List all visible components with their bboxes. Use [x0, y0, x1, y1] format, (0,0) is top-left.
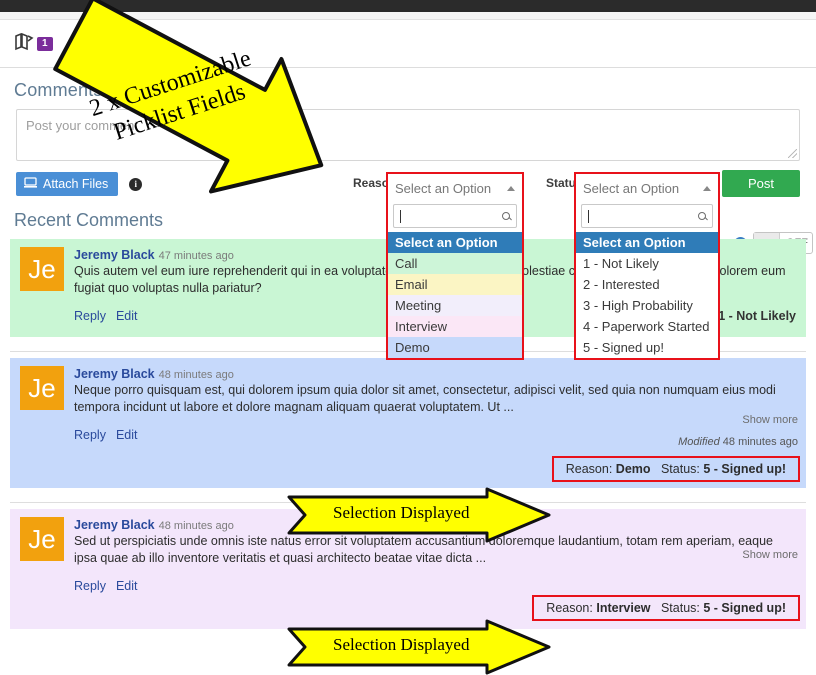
avatar: Je — [20, 366, 64, 410]
comment-timestamp: 48 minutes ago — [158, 369, 234, 381]
status-option[interactable]: 3 - High Probability — [576, 295, 718, 316]
status-picklist-options: Select an Option 1 - Not Likely 2 - Inte… — [576, 232, 718, 358]
window-top-bar — [0, 0, 816, 12]
reason-picklist-selected: Select an Option — [395, 180, 492, 196]
reason-picklist[interactable]: Select an Option Select an Option Call E… — [386, 172, 524, 360]
comment-actions: Reply Edit — [74, 579, 796, 593]
text-cursor — [588, 209, 589, 223]
attach-icon — [24, 177, 37, 191]
megaphone-icon[interactable] — [87, 33, 111, 55]
selection-display-box: Reason: Interview Status: 5 - Signed up! — [532, 595, 800, 621]
icon-toolbar: 1 — [0, 20, 816, 68]
status-picklist[interactable]: Select an Option Select an Option 1 - No… — [574, 172, 720, 360]
avatar: Je — [20, 517, 64, 561]
status-display-value: 5 - Signed up! — [703, 462, 786, 476]
status-option[interactable]: 5 - Signed up! — [576, 337, 718, 358]
chevron-up-icon[interactable] — [703, 185, 711, 191]
status-option[interactable]: 4 - Paperwork Started — [576, 316, 718, 337]
briefcase-icon-group[interactable] — [145, 32, 169, 56]
attach-files-button[interactable]: Attach Files — [16, 172, 119, 196]
reason-display-value: Demo — [615, 462, 651, 476]
comment-text: Neque porro quisquam est, qui dolorem ip… — [74, 383, 776, 414]
comment-text: Sed ut perspiciatis unde omnis iste natu… — [74, 534, 773, 565]
show-more-link[interactable]: Show more — [742, 549, 798, 561]
comment-composer[interactable]: Post your comment — [16, 109, 800, 161]
status-picklist-header[interactable]: Select an Option — [576, 174, 718, 203]
comment-timestamp: 48 minutes ago — [158, 520, 234, 532]
secondary-bar — [0, 12, 816, 20]
reason-option[interactable]: Call — [388, 253, 522, 274]
reason-option[interactable]: Demo — [388, 337, 522, 358]
status-option[interactable]: 1 - Not Likely — [576, 253, 718, 274]
status-picklist-search[interactable] — [581, 204, 713, 228]
post-button[interactable]: Post — [721, 170, 800, 197]
status-display-label: Status: — [660, 462, 700, 476]
edit-link[interactable]: Edit — [116, 428, 138, 442]
flag-book-icon-group[interactable]: 1 — [14, 32, 53, 55]
avatar: Je — [20, 247, 64, 291]
reason-display-label: Reason: — [565, 462, 613, 476]
reply-link[interactable]: Reply — [74, 579, 106, 593]
reason-display-value: Interview — [596, 601, 651, 615]
modified-label: Modified — [678, 436, 720, 448]
comment-author[interactable]: Jeremy Black — [74, 518, 155, 532]
callout-arrow-selection-2-label: Selection Displayed — [333, 635, 470, 654]
comment-item: Je Jeremy Black 48 minutes ago Neque porr… — [10, 358, 806, 488]
edit-link[interactable]: Edit — [116, 579, 138, 593]
status-display-value: 1 - Not Likely — [718, 309, 796, 323]
briefcase-icon[interactable] — [145, 32, 169, 56]
status-option[interactable]: Select an Option — [576, 232, 718, 253]
reason-option[interactable]: Email — [388, 274, 522, 295]
reason-option[interactable]: Select an Option — [388, 232, 522, 253]
show-more-link[interactable]: Show more — [742, 414, 798, 426]
comment-header: Jeremy Black 48 minutes ago — [74, 366, 796, 381]
megaphone-icon-group[interactable] — [87, 33, 111, 55]
modified-value: 48 minutes ago — [722, 436, 798, 448]
comment-header: Jeremy Black 48 minutes ago — [74, 517, 796, 532]
search-icon — [698, 212, 706, 220]
reason-display-label: Reason: — [546, 601, 593, 615]
text-cursor — [400, 209, 401, 223]
edit-link[interactable]: Edit — [116, 309, 138, 323]
reply-link[interactable]: Reply — [74, 428, 106, 442]
reply-link[interactable]: Reply — [74, 309, 106, 323]
flag-book-icon[interactable] — [14, 32, 34, 55]
notification-badge: 1 — [37, 36, 53, 51]
search-icon — [502, 212, 510, 220]
comment-timestamp: 47 minutes ago — [158, 250, 234, 262]
info-icon[interactable]: i — [129, 177, 143, 191]
modified-timestamp: Modified 48 minutes ago — [678, 436, 798, 448]
reason-option[interactable]: Meeting — [388, 295, 522, 316]
reason-picklist-search[interactable] — [393, 204, 517, 228]
status-display-value: 5 - Signed up! — [703, 601, 786, 615]
resize-handle[interactable] — [788, 149, 797, 158]
status-option[interactable]: 2 - Interested — [576, 274, 718, 295]
attach-files-label: Attach Files — [43, 177, 109, 191]
comment-textarea-placeholder: Post your comment — [26, 118, 138, 133]
comment-author[interactable]: Jeremy Black — [74, 367, 155, 381]
reason-option[interactable]: Interview — [388, 316, 522, 337]
reason-picklist-options: Select an Option Call Email Meeting Inte… — [388, 232, 522, 358]
reason-picklist-header[interactable]: Select an Option — [388, 174, 522, 203]
comment-item: Je Jeremy Black 48 minutes ago Sed ut per… — [10, 509, 806, 629]
status-picklist-selected: Select an Option — [583, 180, 680, 196]
divider — [10, 502, 806, 503]
page-title: Comments — [14, 80, 103, 100]
chevron-up-icon[interactable] — [507, 185, 515, 191]
comment-author[interactable]: Jeremy Black — [74, 248, 155, 262]
selection-display-box: Reason: Demo Status: 5 - Signed up! — [551, 456, 800, 482]
status-display-label: Status: — [660, 601, 700, 615]
